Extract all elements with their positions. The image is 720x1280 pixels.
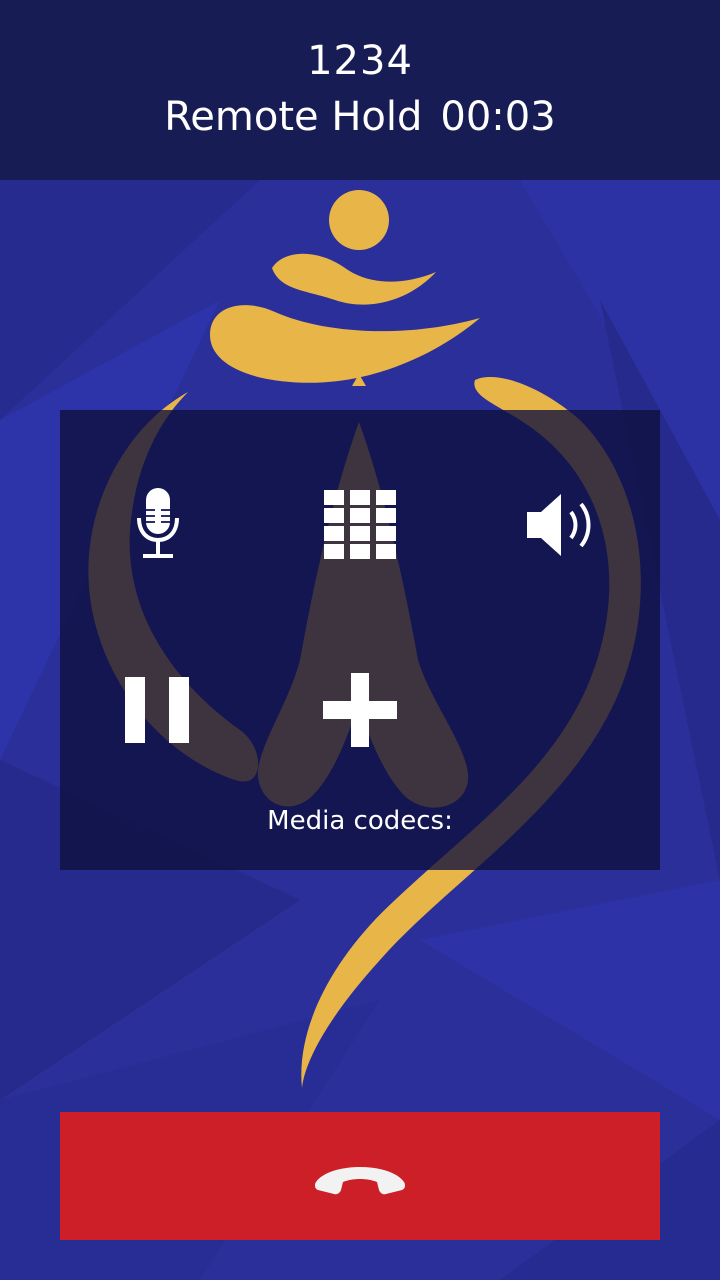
hangup-button[interactable] (60, 1112, 660, 1240)
call-controls-panel: Media codecs: (60, 410, 660, 870)
call-timer: 00:03 (440, 94, 556, 140)
speaker-icon (527, 494, 591, 556)
call-state: Remote Hold (164, 94, 423, 140)
caller-number: 1234 (307, 38, 413, 84)
add-call-button[interactable] (312, 665, 408, 755)
hold-button[interactable] (110, 665, 206, 755)
speaker-button[interactable] (514, 480, 610, 570)
call-status-row: Remote Hold 00:03 (0, 94, 720, 140)
pause-icon (125, 677, 189, 743)
plus-icon (323, 673, 397, 747)
media-codecs-label: Media codecs: (267, 806, 453, 836)
mute-button[interactable] (110, 480, 206, 570)
call-header: 1234 Remote Hold 00:03 (0, 0, 720, 180)
dialpad-icon (324, 490, 396, 559)
keypad-button[interactable] (312, 480, 408, 570)
microphone-icon (137, 488, 179, 558)
end-call-icon (314, 1167, 406, 1195)
